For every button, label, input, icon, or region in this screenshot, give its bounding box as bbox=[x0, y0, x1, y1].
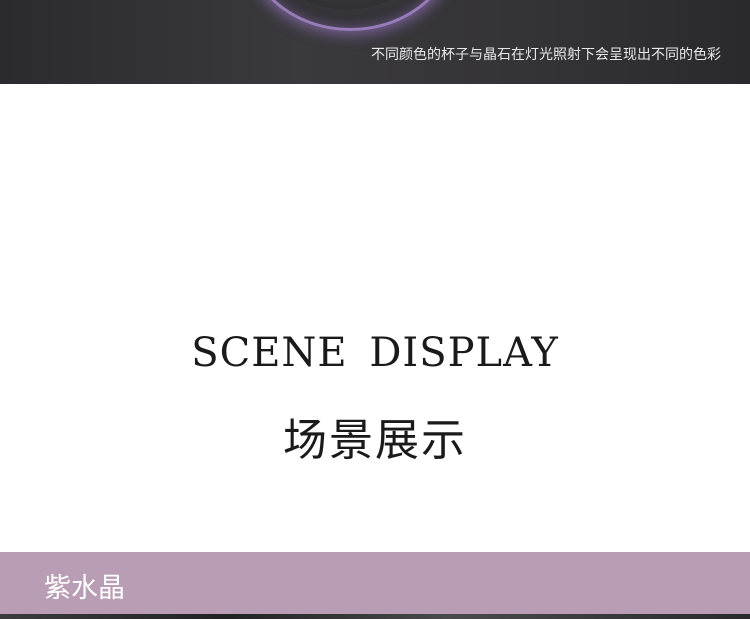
next-photo-edge bbox=[0, 614, 750, 619]
variant-label-bar: 紫水晶 bbox=[0, 552, 750, 614]
variant-label: 紫水晶 bbox=[44, 573, 125, 604]
banner-caption: 不同颜色的杯子与晶石在灯光照射下会呈现出不同的色彩 bbox=[371, 47, 721, 63]
section-title-en: SCENE DISPLAY bbox=[191, 330, 559, 376]
product-detail-page: 不同颜色的杯子与晶石在灯光照射下会呈现出不同的色彩 SCENE DISPLAY … bbox=[0, 0, 750, 619]
product-photo-banner: 不同颜色的杯子与晶石在灯光照射下会呈现出不同的色彩 bbox=[0, 0, 750, 84]
section-title-cn: 场景展示 bbox=[283, 415, 467, 466]
